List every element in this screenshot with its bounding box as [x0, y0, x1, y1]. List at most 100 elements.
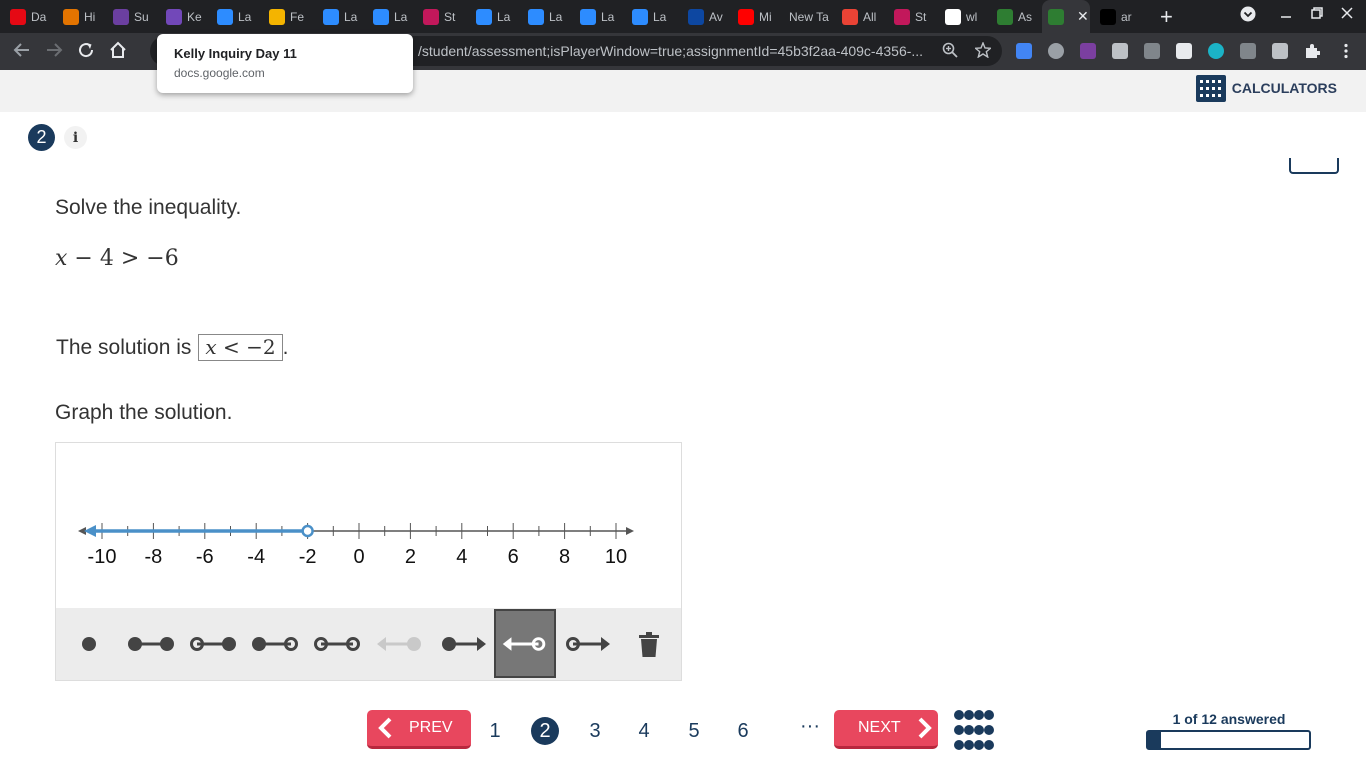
browser-tab-label: La: [344, 10, 358, 24]
extension-icon[interactable]: [1176, 43, 1192, 59]
extension-icon[interactable]: [1112, 43, 1128, 59]
browser-tab-label: New Ta: [789, 10, 829, 24]
open-ray-right-tool[interactable]: [556, 608, 618, 680]
number-line[interactable]: -10 -8 -6 -4 -2 0 2 4 6 8 10: [56, 443, 681, 608]
browser-tab[interactable]: New Ta: [789, 5, 837, 29]
browser-tab[interactable]: La: [476, 5, 524, 29]
browser-tab[interactable]: Av: [688, 5, 736, 29]
browser-tab-label: La: [549, 10, 563, 24]
browser-tab[interactable]: St: [894, 5, 942, 29]
browser-tab-label: La: [394, 10, 408, 24]
gmail-icon: [842, 9, 858, 25]
solution-ray-arrowhead: [84, 525, 96, 537]
browser-tab-label: Da: [31, 10, 47, 24]
more-pages-button[interactable]: ···: [800, 715, 820, 738]
flag-button[interactable]: [1289, 158, 1339, 174]
closed-ray-left-tool: [369, 608, 431, 680]
menu-kebab-icon[interactable]: [1338, 43, 1354, 59]
trash-icon: [639, 632, 659, 657]
point-tool[interactable]: [58, 608, 120, 680]
tick-label: 0: [353, 546, 364, 568]
zoom-icon[interactable]: [942, 42, 958, 62]
zoom-icon: [476, 9, 492, 25]
reload-icon[interactable]: [77, 41, 95, 64]
browser-tab-label: La: [497, 10, 511, 24]
closed-ray-right-tool[interactable]: [432, 608, 494, 680]
browser-tab[interactable]: Mi: [738, 5, 786, 29]
inequality-variable: x: [55, 246, 68, 271]
inequality-expression: x − 4 > −6: [55, 246, 179, 271]
browser-tab[interactable]: Su: [113, 5, 161, 29]
extension-icon[interactable]: [1272, 43, 1288, 59]
open-ray-left-tool[interactable]: [494, 609, 556, 678]
page-button-1[interactable]: 1: [481, 717, 509, 745]
extension-icon[interactable]: [1048, 43, 1064, 59]
calculators-button[interactable]: CALCULATORS: [1195, 70, 1337, 106]
page-button-5[interactable]: 5: [680, 717, 708, 745]
tn-icon: [688, 9, 704, 25]
calculators-label: CALCULATORS: [1231, 80, 1337, 96]
browser-tab[interactable]: St: [423, 5, 471, 29]
browser-tab[interactable]: Hi: [63, 5, 111, 29]
inequality-rest: − 4 > −6: [67, 246, 179, 271]
closed-closed-segment-tool[interactable]: [120, 608, 182, 680]
browser-tab[interactable]: wl: [945, 5, 993, 29]
browser-tab-label: La: [238, 10, 252, 24]
open-closed-segment-tool[interactable]: [182, 608, 244, 680]
bookmark-star-icon[interactable]: [973, 41, 993, 62]
browser-tab[interactable]: Fe: [269, 5, 317, 29]
browser-tab-label: La: [601, 10, 615, 24]
puzzle-extensions-icon[interactable]: [1304, 43, 1321, 59]
browser-tab[interactable]: As: [997, 5, 1045, 29]
translate-extension-icon[interactable]: [1016, 43, 1032, 59]
browser-tab-label: Su: [134, 10, 149, 24]
browser-tab[interactable]: La: [528, 5, 576, 29]
home-icon[interactable]: [109, 41, 127, 64]
browser-tab[interactable]: La: [217, 5, 265, 29]
extension-icon[interactable]: [1208, 43, 1224, 59]
minimize-icon[interactable]: [1280, 6, 1292, 22]
browser-tab[interactable]: La: [323, 5, 371, 29]
google-icon: [945, 9, 961, 25]
browser-tab[interactable]: Ke: [166, 5, 214, 29]
open-open-segment-tool[interactable]: [306, 608, 368, 680]
browser-tab-label: St: [444, 10, 456, 24]
browser-tab-label: Hi: [84, 10, 96, 24]
axis-arrow-right: [626, 527, 634, 535]
tick-label: 6: [508, 546, 519, 568]
page-button-3[interactable]: 3: [581, 717, 609, 745]
tick-label: 10: [605, 546, 627, 568]
extension-icon[interactable]: [1240, 43, 1256, 59]
question-grid-button[interactable]: [953, 709, 995, 751]
restore-icon[interactable]: [1311, 6, 1323, 22]
zoom-icon: [217, 9, 233, 25]
close-tab-icon[interactable]: ✕: [1077, 8, 1089, 25]
new-tab-button[interactable]: +: [1160, 4, 1173, 30]
page-button-2[interactable]: 2: [531, 717, 559, 745]
progress-bar: [1146, 730, 1311, 750]
close-window-icon[interactable]: [1341, 6, 1353, 22]
tab-search-icon[interactable]: [1240, 6, 1256, 25]
closed-open-segment-tool[interactable]: [244, 608, 306, 680]
browser-tab[interactable]: ✕: [1042, 0, 1090, 33]
browser-tab[interactable]: ar: [1100, 5, 1148, 29]
extension-icon[interactable]: [1144, 43, 1160, 59]
prev-button[interactable]: PREV: [367, 710, 471, 749]
info-button[interactable]: i: [64, 126, 87, 149]
browser-tab[interactable]: La: [373, 5, 421, 29]
next-button[interactable]: NEXT: [834, 710, 938, 749]
progress-fill: [1148, 732, 1162, 748]
browser-tab[interactable]: All: [842, 5, 890, 29]
browser-tab[interactable]: La: [580, 5, 628, 29]
extension-icon[interactable]: [1080, 43, 1096, 59]
solution-answer-field[interactable]: x < −2: [198, 334, 283, 361]
forward-arrow-icon[interactable]: [45, 41, 63, 64]
page-button-6[interactable]: 6: [729, 717, 757, 745]
back-arrow-icon[interactable]: [13, 41, 31, 64]
browser-tab[interactable]: Da: [10, 5, 58, 29]
open-open-segment-icon: [314, 637, 360, 651]
trash-tool[interactable]: [618, 608, 680, 680]
browser-tab[interactable]: La: [632, 5, 680, 29]
page-button-4[interactable]: 4: [630, 717, 658, 745]
browser-tab-label: All: [863, 10, 877, 24]
